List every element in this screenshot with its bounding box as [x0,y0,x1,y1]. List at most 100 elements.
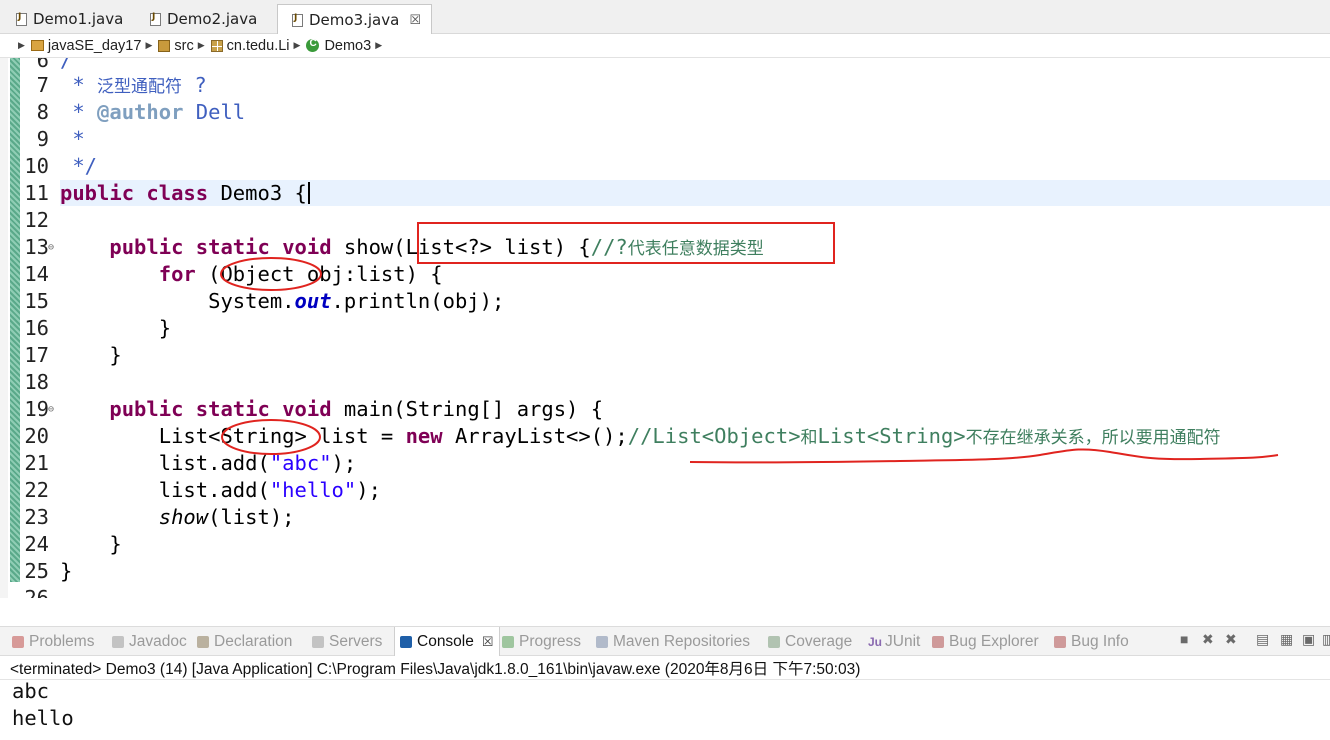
code-line[interactable]: 21 list.add("abc"); [0,450,1330,477]
chevron-right-icon[interactable]: ▶ [198,40,205,51]
chevron-right-icon[interactable]: ▶ [375,40,382,51]
breadcrumb-package[interactable]: cn.tedu.Li [210,37,290,54]
tab-javadoc[interactable]: Javadoc [112,627,187,656]
code-line[interactable]: 14 for (Object obj:list) { [0,261,1330,288]
code-text: * @author Dell [60,99,245,126]
tab-label: Demo1.java [33,10,124,28]
code-token: public [60,181,135,205]
console-output-line[interactable]: hello [12,706,74,730]
code-token: static [195,235,270,259]
code-text: */ [60,153,97,180]
code-token: * [60,100,98,124]
console-icon [400,635,412,648]
clear-console-icon[interactable]: ▤ [1256,631,1269,648]
code-token: @author [97,100,184,124]
code-line[interactable]: 11 public class Demo3 { [0,180,1330,207]
code-line[interactable]: 20 List<String> list = new ArrayList<>()… [0,423,1330,450]
annotation-rectangle [417,222,835,264]
code-token: list.add( [60,451,270,475]
chevron-right-icon[interactable]: ▶ [145,40,152,51]
tab-demo1[interactable]: Demo1.java [2,4,133,34]
stop-icon[interactable]: ■ [1180,631,1188,647]
breadcrumb-label: cn.tedu.Li [226,37,290,54]
code-line[interactable]: 18 [0,369,1330,396]
code-text: } [60,558,72,585]
tab-label: Demo2.java [167,10,258,28]
tab-coverage[interactable]: Coverage [768,627,852,656]
tab-demo3[interactable]: Demo3.java ☒ [277,4,432,35]
display-console-icon[interactable]: ▥ [1322,631,1330,648]
code-editor[interactable]: 6/7 * 泛型通配符 ? 8 * @author Dell 9 * 10 */11 p… [0,58,1330,598]
class-icon [306,38,320,52]
code-token: public [109,397,184,421]
line-number: 11 [24,181,49,205]
tab-maven-repositories[interactable]: Maven Repositories [596,627,750,656]
line-number: 17 [24,343,49,367]
code-token: void [282,397,332,421]
line-number: 13 [24,235,49,259]
breadcrumb-class[interactable]: Demo3 [306,38,371,54]
maven-icon [596,635,608,648]
junit-icon: Ju [868,634,883,649]
tab-label: Progress [519,632,582,650]
code-token: .println(obj); [331,289,505,313]
fold-icon[interactable]: ⊖ [48,396,54,423]
code-token: * [60,127,85,151]
code-token: new [405,424,443,448]
code-line[interactable]: 19 ⊖ public static void main(String[] arg… [0,396,1330,423]
code-line[interactable]: 9 * [0,126,1330,153]
tab-bug-explorer[interactable]: Bug Explorer [932,627,1039,656]
close-icon[interactable]: ☒ [409,13,421,28]
tab-junit[interactable]: Ju JUnit [868,627,920,656]
code-token: void [282,235,332,259]
line-number: 26 [24,586,49,598]
text-cursor [307,182,310,204]
code-token: ArrayList<>(); [442,424,628,448]
breadcrumb-src[interactable]: src [158,38,194,54]
tab-label: JUnit [885,632,921,650]
bug-info-icon [1054,635,1066,648]
code-token: */ [60,154,98,178]
code-line[interactable]: 10 */ [0,153,1330,180]
code-line[interactable]: 23 show(list); [0,504,1330,531]
code-line[interactable]: 24 } [0,531,1330,558]
chevron-right-icon[interactable]: ▶ [294,40,301,51]
bug-icon [932,635,944,648]
code-line[interactable]: 7 * 泛型通配符 ? [0,72,1330,99]
code-line[interactable]: 17 } [0,342,1330,369]
code-line[interactable]: 25} [0,558,1330,585]
code-token: Dell [183,100,246,124]
fold-icon[interactable]: ⊖ [48,234,54,261]
code-token: "hello" [269,478,357,502]
console-status: <terminated> Demo3 (14) [Java Applicatio… [10,661,861,678]
remove-launch-icon[interactable]: ✖ [1202,631,1214,648]
code-line[interactable]: 22 list.add("hello"); [0,477,1330,504]
code-token: (list); [208,505,295,529]
tab-servers[interactable]: Servers [312,627,382,656]
line-number: 25 [24,559,49,583]
pin-console-icon[interactable]: ▣ [1302,631,1315,648]
line-number: 24 [24,532,49,556]
code-line[interactable]: 16 } [0,315,1330,342]
chevron-right-icon[interactable]: ▶ [18,40,25,51]
console-output-line[interactable]: abc [12,679,49,703]
code-line[interactable]: 8 * @author Dell [0,99,1330,126]
tab-problems[interactable]: Problems [12,627,94,656]
line-number: 21 [24,451,49,475]
line-number: 14 [24,262,49,286]
tab-bug-info[interactable]: Bug Info [1054,627,1129,656]
tab-progress[interactable]: Progress [502,627,581,656]
tab-demo2[interactable]: Demo2.java [136,4,267,34]
tab-console[interactable]: Console ☒ [394,627,500,656]
code-token: List<String> list = [60,424,406,448]
close-icon[interactable]: ☒ [482,634,494,650]
tab-declaration[interactable]: Declaration [197,627,292,656]
scroll-lock-icon[interactable]: ▦ [1280,631,1293,648]
remove-all-icon[interactable]: ✖ [1225,631,1237,648]
breadcrumb-project[interactable]: javaSE_day17 [30,38,141,54]
tab-label: Maven Repositories [613,632,750,650]
code-line[interactable]: 15 System.out.println(obj); [0,288,1330,315]
